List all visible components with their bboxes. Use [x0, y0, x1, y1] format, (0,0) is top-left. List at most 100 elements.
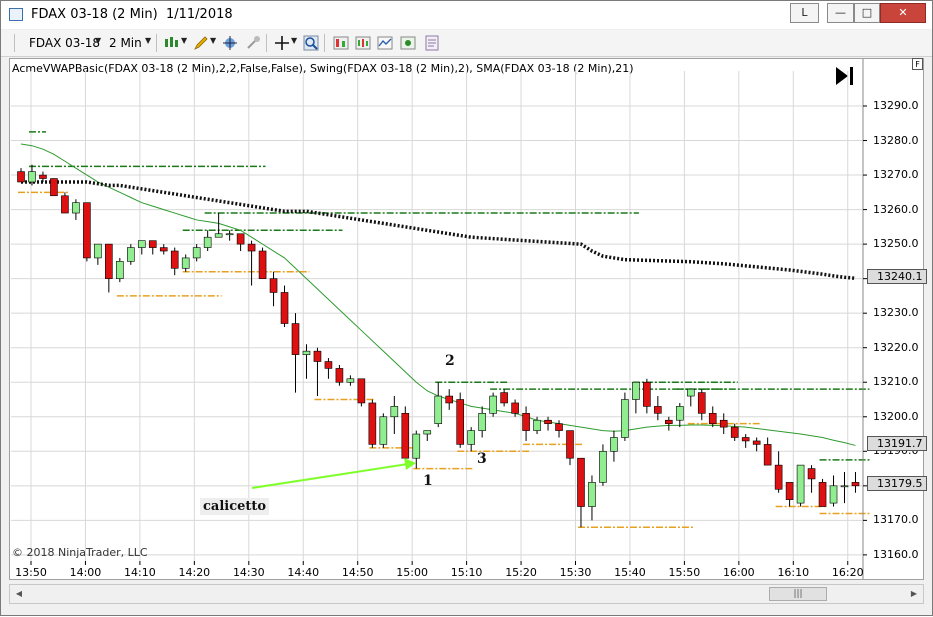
candle — [829, 475, 838, 507]
candle-body — [555, 423, 563, 431]
candle-body — [368, 402, 377, 445]
candle-body — [566, 430, 574, 459]
candle — [137, 240, 146, 255]
candle-body — [686, 388, 695, 397]
candle-body — [489, 395, 497, 414]
candle-body — [335, 368, 344, 383]
candle-body — [434, 395, 443, 424]
candle-body — [203, 236, 212, 248]
price-tick-label: 13260.0 — [873, 202, 919, 216]
wave-label-2: 2 — [445, 353, 455, 369]
price-tick-label: 13210.0 — [873, 375, 919, 389]
candle-body — [72, 202, 80, 214]
scroll-right-icon[interactable]: ▶ — [907, 587, 921, 601]
candle-body — [225, 233, 234, 236]
candle-body — [588, 482, 596, 507]
scroll-thumb[interactable]: ||| — [769, 587, 827, 601]
candle — [818, 478, 827, 507]
candle-body — [116, 261, 124, 279]
candle-body — [127, 247, 135, 262]
price-tick-label: 13250.0 — [873, 237, 919, 251]
candle-body — [28, 171, 36, 183]
candle-body — [412, 433, 421, 459]
candle — [17, 168, 25, 183]
candle — [796, 464, 805, 507]
time-tick-label: 16:20 — [831, 566, 864, 579]
chart-window: FDAX 03-18 (2 Min) 1/11/2018 L — □ ✕ FDA… — [0, 0, 933, 616]
candle-body — [61, 195, 69, 214]
candle-body — [708, 413, 717, 424]
candle-body — [632, 381, 640, 400]
candle — [807, 465, 816, 493]
candle-body — [181, 257, 190, 269]
price-tick-label: 13280.0 — [873, 133, 919, 147]
price-axis — [30, 59, 867, 579]
candle-body — [522, 413, 530, 431]
candle — [544, 416, 552, 431]
candle-body — [357, 378, 366, 404]
price-tick-label: 13230.0 — [873, 306, 919, 320]
candle — [851, 472, 860, 493]
grid-lines — [11, 71, 862, 561]
candle — [379, 413, 388, 448]
candle — [599, 444, 607, 486]
candle — [72, 199, 80, 220]
candle — [588, 475, 596, 521]
candle — [83, 202, 91, 262]
candle-body — [829, 485, 838, 504]
candle-body — [94, 243, 102, 259]
time-tick-label: 13:50 — [15, 566, 47, 579]
candle-body — [763, 444, 772, 466]
candle-body — [346, 378, 355, 383]
price-tick-label: 13170.0 — [873, 513, 919, 527]
candle-body — [478, 413, 486, 431]
candle-body — [423, 430, 432, 435]
candle-body — [730, 426, 739, 438]
candle — [675, 402, 684, 428]
candle — [181, 254, 190, 272]
scroll-left-icon[interactable]: ◀ — [12, 587, 26, 601]
candle — [203, 230, 212, 252]
annotation-text: calicetto — [200, 498, 270, 515]
candle — [170, 247, 179, 276]
horizontal-scrollbar[interactable]: ◀ ||| ▶ — [9, 584, 924, 604]
candle — [127, 244, 135, 265]
price-tick-label: 13220.0 — [873, 340, 919, 354]
candle — [269, 271, 278, 307]
price-tick-label: 13290.0 — [873, 99, 919, 112]
candle — [148, 240, 157, 255]
last-price-tag: 13179.5 — [867, 476, 927, 491]
candle — [105, 243, 113, 293]
candle-body — [214, 233, 223, 238]
candle-body — [302, 350, 311, 355]
candle-body — [258, 250, 267, 279]
candle-body — [675, 406, 684, 421]
candle-body — [247, 243, 256, 252]
time-tick-label: 14:10 — [124, 566, 156, 579]
candle-body — [280, 292, 289, 324]
candle — [50, 178, 58, 197]
candle-body — [467, 430, 475, 445]
candle-body — [840, 485, 849, 488]
candle-body — [83, 202, 91, 259]
candle — [214, 213, 223, 238]
candle — [456, 392, 465, 448]
candle-body — [313, 350, 322, 362]
candle-body — [17, 171, 25, 183]
copyright-text: © 2018 NinjaTrader, LLC — [12, 546, 148, 559]
candle-body — [159, 247, 168, 252]
time-tick-label: 15:10 — [450, 566, 483, 579]
candle-body — [577, 457, 585, 507]
time-tick-label: 14:40 — [287, 566, 320, 579]
candles — [17, 164, 860, 528]
candle-body — [105, 243, 113, 279]
candle — [467, 427, 475, 452]
candle-body — [390, 406, 399, 418]
candle — [500, 389, 508, 407]
vwap-price-tag: 13240.1 — [867, 269, 927, 284]
candle — [643, 378, 651, 414]
candle-body — [39, 174, 47, 179]
candle-body — [50, 178, 58, 197]
wave-label-3: 3 — [477, 451, 487, 467]
candle-body — [741, 437, 750, 442]
